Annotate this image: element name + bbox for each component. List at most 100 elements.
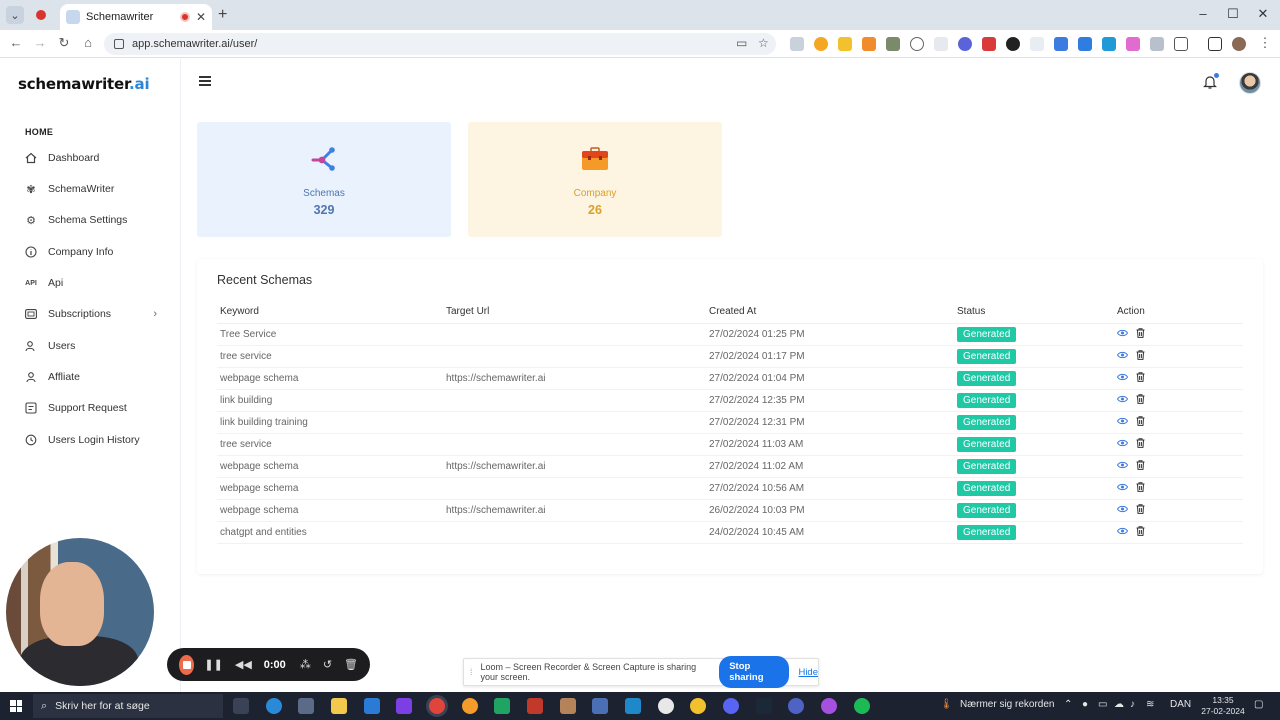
stop-sharing-button[interactable]: Stop sharing — [719, 656, 790, 688]
sidebar-item-schema-settings[interactable]: ⚙ Schema Settings — [0, 209, 181, 231]
address-bar[interactable]: app.schemawriter.ai/user/ ▭ ☆ — [104, 33, 776, 55]
new-tab-button[interactable]: + — [218, 6, 227, 24]
schemas-card[interactable]: Schemas 329 — [197, 122, 451, 237]
extensions-puzzle-icon[interactable] — [1174, 37, 1188, 51]
view-eye-icon[interactable] — [1116, 483, 1129, 494]
mail-icon[interactable] — [364, 698, 380, 714]
back-button[interactable]: ← — [7, 35, 25, 50]
sidebar-item-affliate[interactable]: Affliate — [0, 366, 181, 388]
rewind-icon[interactable]: ◀◀ — [235, 658, 252, 671]
weather-icon[interactable]: 🌡 — [940, 699, 953, 710]
sidebar-item-schemawriter[interactable]: ✾ SchemaWriter — [0, 178, 181, 200]
delete-trash-icon[interactable] — [1136, 393, 1145, 407]
edge-icon[interactable] — [266, 698, 282, 714]
sidebar-item-support-request[interactable]: Support Request — [0, 397, 181, 419]
tray-mic-icon[interactable]: ● — [1082, 699, 1088, 710]
browser-menu-icon[interactable]: ⋮ — [1256, 35, 1274, 51]
view-eye-icon[interactable] — [1116, 527, 1129, 538]
spotify-icon[interactable] — [854, 698, 870, 714]
sidebar-item-users-login-history[interactable]: Users Login History — [0, 429, 181, 451]
extension-orange-icon[interactable] — [814, 37, 828, 51]
reload-button[interactable]: ↻ — [55, 35, 73, 51]
sheets-icon[interactable] — [494, 698, 510, 714]
view-eye-icon[interactable] — [1116, 373, 1129, 384]
delete-trash-icon[interactable] — [1136, 349, 1145, 363]
view-eye-icon[interactable] — [1116, 417, 1129, 428]
weather-text[interactable]: Nærmer sig rekorden — [960, 699, 1054, 710]
tray-chevron-icon[interactable]: ⌃ — [1064, 699, 1072, 710]
grid-icon[interactable]: ⁂ — [300, 658, 311, 671]
minimize-button[interactable]: – — [1188, 6, 1218, 21]
messenger-icon[interactable] — [821, 698, 837, 714]
recording-indicator-icon[interactable] — [32, 6, 50, 24]
app-teal-icon[interactable] — [625, 698, 641, 714]
view-eye-icon[interactable] — [1116, 329, 1129, 340]
app-white-icon[interactable] — [658, 698, 674, 714]
extension-grey2-icon[interactable] — [1150, 37, 1164, 51]
app-purple-icon[interactable] — [396, 698, 412, 714]
task-view-icon[interactable] — [233, 698, 249, 714]
sidebar-item-company-info[interactable]: Company Info — [0, 241, 181, 263]
chevron-right-icon[interactable]: › — [153, 308, 157, 320]
delete-trash-icon[interactable] — [1136, 481, 1145, 495]
side-panel-icon[interactable] — [1208, 37, 1222, 51]
pause-icon[interactable]: ❚❚ — [204, 658, 222, 671]
delete-trash-icon[interactable] — [1136, 327, 1145, 341]
window-close-button[interactable]: ✕ — [1248, 6, 1278, 22]
delete-trash-icon[interactable] — [1136, 503, 1145, 517]
extension-link-icon[interactable] — [790, 37, 804, 51]
view-eye-icon[interactable] — [1116, 505, 1129, 516]
tray-battery-icon[interactable]: ▭ — [1098, 699, 1107, 710]
extension-recycle-icon[interactable] — [886, 37, 900, 51]
firefox-icon[interactable] — [462, 698, 478, 714]
profile-icon[interactable] — [1232, 37, 1246, 51]
app-gear-icon[interactable] — [788, 698, 804, 714]
extension-bell-icon[interactable] — [838, 37, 852, 51]
delete-trash-icon[interactable] — [1136, 371, 1145, 385]
view-eye-icon[interactable] — [1116, 351, 1129, 362]
company-card[interactable]: Company 26 — [468, 122, 722, 237]
menu-toggle-icon[interactable] — [199, 76, 211, 86]
delete-trash-icon[interactable] — [1136, 525, 1145, 539]
delete-trash-icon[interactable] — [1136, 415, 1145, 429]
forward-button[interactable]: → — [31, 35, 49, 50]
stop-recording-button[interactable] — [179, 654, 195, 675]
delete-trash-icon[interactable] — [1136, 437, 1145, 451]
windows-start-icon[interactable] — [10, 700, 22, 712]
tab-close-icon[interactable]: ✕ — [196, 10, 206, 24]
site-info-icon[interactable] — [114, 39, 124, 49]
app-blue-icon[interactable] — [592, 698, 608, 714]
drag-handle-icon[interactable]: ⁞ — [470, 667, 473, 677]
extension-puzzle-orange-icon[interactable] — [862, 37, 876, 51]
sidebar-item-subscriptions[interactable]: Subscriptions › — [0, 303, 181, 325]
extension-red-badge-icon[interactable] — [982, 37, 996, 51]
extension-pink-icon[interactable] — [1126, 37, 1140, 51]
hide-banner-link[interactable]: Hide — [798, 667, 818, 678]
store-icon[interactable] — [298, 698, 314, 714]
maximize-button[interactable]: ☐ — [1218, 6, 1248, 22]
app-red-icon[interactable] — [527, 698, 543, 714]
home-button[interactable]: ⌂ — [79, 35, 97, 50]
extension-blue-square-icon[interactable] — [1078, 37, 1092, 51]
restart-icon[interactable]: ↺ — [323, 658, 332, 671]
notification-bell-icon[interactable] — [1203, 73, 1219, 90]
trash-icon[interactable]: 🗑 — [344, 658, 358, 671]
discord-icon[interactable] — [723, 698, 739, 714]
tab-search-icon[interactable]: ⌄ — [6, 6, 24, 24]
cast-icon[interactable]: ▭ — [736, 36, 747, 50]
extension-circle-icon[interactable] — [910, 37, 924, 51]
extension-grey-icon[interactable] — [934, 37, 948, 51]
notification-center-icon[interactable]: ▢ — [1254, 699, 1263, 710]
app-yellow-icon[interactable] — [690, 698, 706, 714]
extension-y-icon[interactable] — [1102, 37, 1116, 51]
taskbar-clock[interactable]: 13:35 27-02-2024 — [1200, 695, 1246, 717]
sidebar-item-users[interactable]: Users — [0, 335, 181, 357]
tray-language[interactable]: DAN — [1170, 699, 1191, 710]
tray-volume-icon[interactable]: ♪ — [1130, 699, 1135, 710]
bookmark-star-icon[interactable]: ☆ — [758, 36, 769, 50]
sidebar-item-api[interactable]: API Api — [0, 272, 181, 294]
sidebar-item-dashboard[interactable]: Dashboard — [0, 147, 181, 169]
extension-blue-icon[interactable] — [1054, 37, 1068, 51]
app-brown-icon[interactable] — [560, 698, 576, 714]
browser-tab[interactable]: Schemawriter ✕ — [60, 4, 212, 30]
